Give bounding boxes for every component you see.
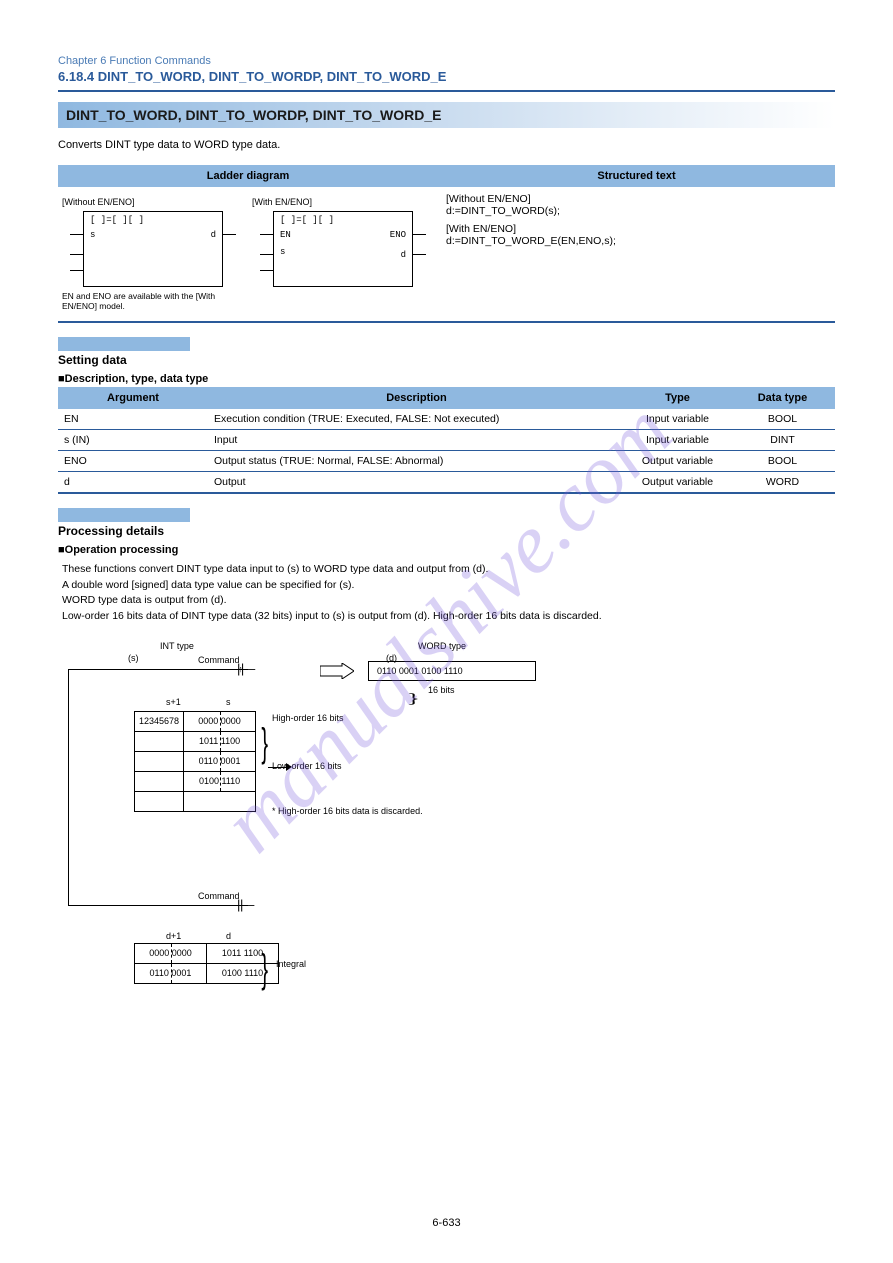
bullet-item: These functions convert DINT type data i… bbox=[62, 562, 835, 578]
st-cell: [Without EN/ENO] d:=DINT_TO_WORD(s); [Wi… bbox=[438, 187, 835, 322]
ladder-with-eno: [With EN/ENO] [ ]=[ ][ ] EN s ENO d bbox=[248, 187, 438, 322]
s-symbol: (s) bbox=[128, 653, 139, 663]
table-row: [Without EN/ENO] [ ]=[ ][ ] s d EN and E… bbox=[58, 187, 835, 322]
table-row: ENExecution condition (TRUE: Executed, F… bbox=[58, 409, 835, 430]
s-memory-table: 123456780000 0000 1011 1100 0110 0001 01… bbox=[134, 711, 256, 812]
chapter-label: Chapter 6 Function Commands bbox=[58, 55, 835, 67]
col-dtype: Data type bbox=[730, 387, 835, 409]
col-desc: Description bbox=[208, 387, 625, 409]
table-row: 123456780000 0000 bbox=[135, 711, 256, 731]
table-row: s (IN)InputInput variableDINT bbox=[58, 429, 835, 450]
processing-title: Processing details bbox=[58, 524, 835, 538]
setting-data-band bbox=[58, 337, 190, 351]
params-table: Argument Description Type Data type ENEx… bbox=[58, 387, 835, 494]
table-row: Argument Description Type Data type bbox=[58, 387, 835, 409]
table-row: 0100 1110 bbox=[135, 771, 256, 791]
table-row: dOutputOutput variableWORD bbox=[58, 471, 835, 493]
processing-sub: ■Operation processing bbox=[58, 544, 835, 556]
contact-normal: —| |— bbox=[226, 897, 252, 912]
d-memory-table: 0000 00001011 1100 0110 00010100 1110 bbox=[134, 943, 279, 984]
word-type-label: WORD type bbox=[418, 641, 466, 651]
section-title[interactable]: 6.18.4 DINT_TO_WORD, DINT_TO_WORDP, DINT… bbox=[58, 69, 835, 84]
processing-bullets: These functions convert DINT type data i… bbox=[58, 562, 835, 625]
table-row: ENOOutput status (TRUE: Normal, FALSE: A… bbox=[58, 450, 835, 471]
ladder-title: [Without EN/ENO] bbox=[62, 197, 244, 207]
d-header-b: d bbox=[226, 931, 231, 941]
setting-data-sub: ■Description, type, data type bbox=[58, 373, 835, 385]
ladder-note: EN and ENO are available with the [With … bbox=[62, 291, 244, 311]
table-row: Ladder diagram Structured text bbox=[58, 165, 835, 187]
bullet-item: Low-order 16 bits data of DINT type data… bbox=[62, 609, 835, 625]
ladder-box-label: [ ]=[ ][ ] bbox=[90, 215, 216, 226]
low-16-label: Low-order 16 bits bbox=[272, 761, 342, 771]
title-band: DINT_TO_WORD, DINT_TO_WORDP, DINT_TO_WOR… bbox=[58, 102, 835, 128]
high-16-label: High-order 16 bits bbox=[272, 713, 344, 723]
s-header-b: s bbox=[226, 697, 231, 707]
page-number: 6-633 bbox=[0, 1217, 893, 1229]
ladder-box: [ ]=[ ][ ] EN s ENO d bbox=[273, 211, 413, 287]
setting-data-title: Setting data bbox=[58, 353, 835, 367]
rail-left bbox=[68, 669, 69, 905]
d-header-a: d+1 bbox=[166, 931, 181, 941]
table-row: 0110 00010100 1110 bbox=[135, 963, 279, 983]
st-header: Structured text bbox=[438, 165, 835, 187]
col-type: Type bbox=[625, 387, 730, 409]
discard-note: * High-order 16 bits data is discarded. bbox=[272, 806, 423, 816]
contact-rising: —|↑|— bbox=[226, 661, 253, 676]
ladder-without-eno: [Without EN/ENO] [ ]=[ ][ ] s d EN and E… bbox=[58, 187, 248, 322]
arrow-right-icon bbox=[320, 663, 354, 679]
bullet-item: A double word [signed] data type value c… bbox=[62, 578, 835, 594]
intro-text: Converts DINT type data to WORD type dat… bbox=[58, 138, 835, 153]
table-row: 0110 0001 bbox=[135, 751, 256, 771]
integral-label: Integral bbox=[276, 959, 306, 969]
arrowhead-icon bbox=[286, 763, 296, 771]
table-row bbox=[135, 791, 256, 811]
ladder-title: [With EN/ENO] bbox=[252, 197, 434, 207]
table-row: 1011 1100 bbox=[135, 731, 256, 751]
bullet-item: WORD type data is output from (d). bbox=[62, 593, 835, 609]
ladder-header: Ladder diagram bbox=[58, 165, 438, 187]
output-box: 0110 0001 0100 1110 bbox=[368, 661, 536, 681]
col-arg: Argument bbox=[58, 387, 208, 409]
symbology-table: Ladder diagram Structured text [Without … bbox=[58, 165, 835, 323]
int-type-label: INT type bbox=[160, 641, 194, 651]
section-rule bbox=[58, 90, 835, 92]
ladder-box: [ ]=[ ][ ] s d bbox=[83, 211, 223, 287]
s-header-a: s+1 bbox=[166, 697, 181, 707]
processing-band bbox=[58, 508, 190, 522]
processing-diagram: INT type WORD type (s) (d) Command —|↑|—… bbox=[58, 641, 835, 1021]
table-row: 0000 00001011 1100 bbox=[135, 943, 279, 963]
